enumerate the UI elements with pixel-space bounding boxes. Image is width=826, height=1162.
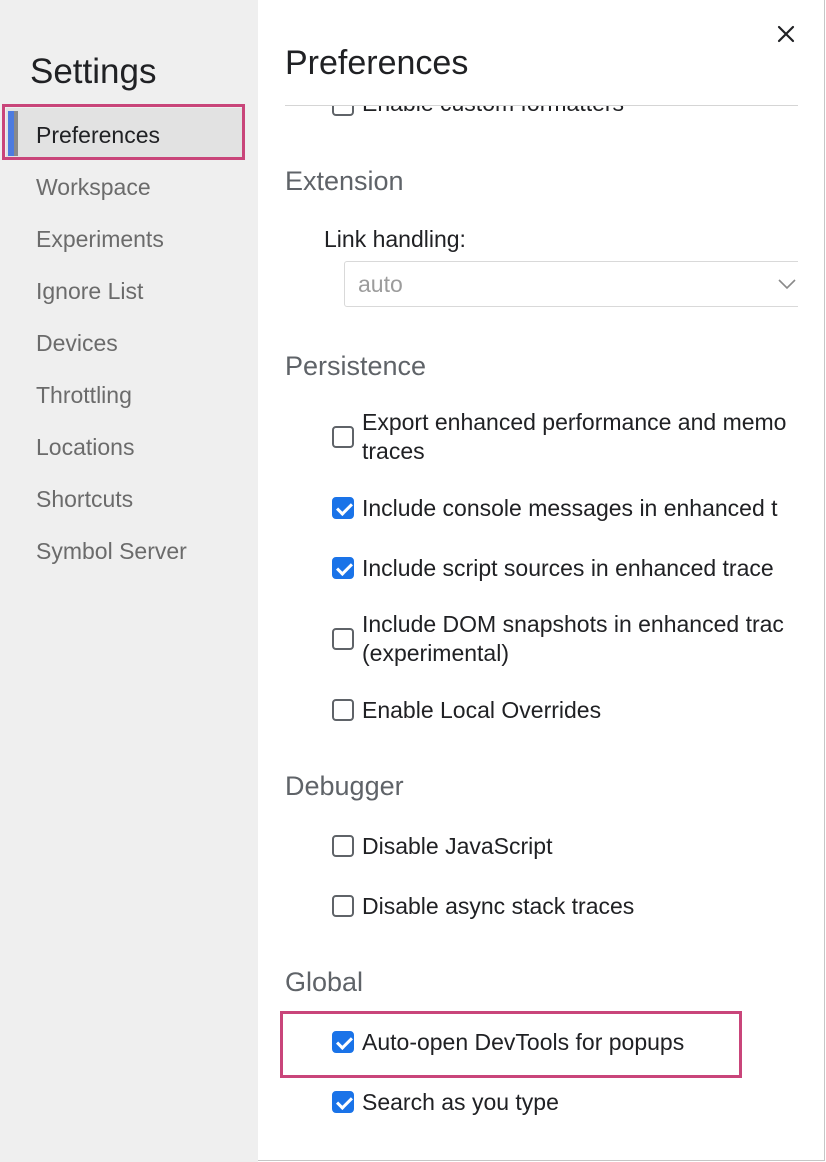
enable-custom-formatters-label: Enable custom formatters	[362, 106, 624, 118]
preferences-highlight-box	[2, 104, 245, 160]
sidebar-item-shortcuts[interactable]: Shortcuts	[36, 482, 133, 516]
disable-async-stack-traces-checkbox[interactable]	[332, 895, 354, 917]
export-enhanced-traces-checkbox[interactable]	[332, 426, 354, 448]
export-enhanced-traces-label: Export enhanced performance and memo tra…	[362, 408, 786, 466]
include-script-sources-label: Include script sources in enhanced trace	[362, 555, 774, 581]
settings-sidebar: Settings Preferences Workspace Experimen…	[0, 0, 258, 1162]
enable-local-overrides-label: Enable Local Overrides	[362, 697, 602, 723]
include-dom-snapshots-line2: (experimental)	[362, 640, 509, 666]
enable-local-overrides-checkbox[interactable]	[332, 699, 354, 721]
page-title: Preferences	[285, 44, 469, 82]
section-persistence-heading: Persistence	[285, 351, 427, 381]
link-handling-value: auto	[358, 271, 403, 297]
close-icon[interactable]	[772, 20, 800, 48]
sidebar-item-ignore-list[interactable]: Ignore List	[36, 274, 143, 308]
include-console-messages-checkbox[interactable]	[332, 497, 354, 519]
include-script-sources-checkbox[interactable]	[332, 557, 354, 579]
disable-javascript-checkbox[interactable]	[332, 835, 354, 857]
include-console-messages-label: Include console messages in enhanced t	[362, 495, 778, 521]
settings-scroll-area[interactable]: Enable custom formatters Extension Link …	[285, 106, 798, 1162]
disable-javascript-label: Disable JavaScript	[362, 833, 553, 859]
include-dom-snapshots-label: Include DOM snapshots in enhanced trac (…	[362, 610, 784, 668]
auto-open-devtools-highlight-box	[280, 1011, 742, 1078]
sidebar-item-locations[interactable]: Locations	[36, 430, 134, 464]
enable-custom-formatters-checkbox[interactable]	[332, 106, 354, 116]
sidebar-item-symbol-server[interactable]: Symbol Server	[36, 534, 187, 568]
disable-async-stack-traces-label: Disable async stack traces	[362, 893, 635, 919]
link-handling-label: Link handling:	[324, 226, 466, 252]
search-as-you-type-checkbox[interactable]	[332, 1091, 354, 1113]
section-global-heading: Global	[285, 967, 364, 997]
sidebar-item-workspace[interactable]: Workspace	[36, 170, 151, 204]
include-dom-snapshots-line1: Include DOM snapshots in enhanced trac	[362, 611, 784, 637]
link-handling-select[interactable]: auto	[344, 261, 798, 307]
search-as-you-type-label: Search as you type	[362, 1089, 559, 1115]
section-extension-heading: Extension	[285, 166, 404, 196]
sidebar-item-experiments[interactable]: Experiments	[36, 222, 164, 256]
chevron-down-icon	[778, 279, 796, 290]
sidebar-item-throttling[interactable]: Throttling	[36, 378, 132, 412]
include-dom-snapshots-checkbox[interactable]	[332, 628, 354, 650]
sidebar-item-devices[interactable]: Devices	[36, 326, 118, 360]
export-enhanced-traces-line1: Export enhanced performance and memo	[362, 409, 787, 435]
section-debugger-heading: Debugger	[285, 771, 404, 801]
sidebar-title: Settings	[30, 52, 157, 91]
export-enhanced-traces-line2: traces	[362, 438, 425, 464]
